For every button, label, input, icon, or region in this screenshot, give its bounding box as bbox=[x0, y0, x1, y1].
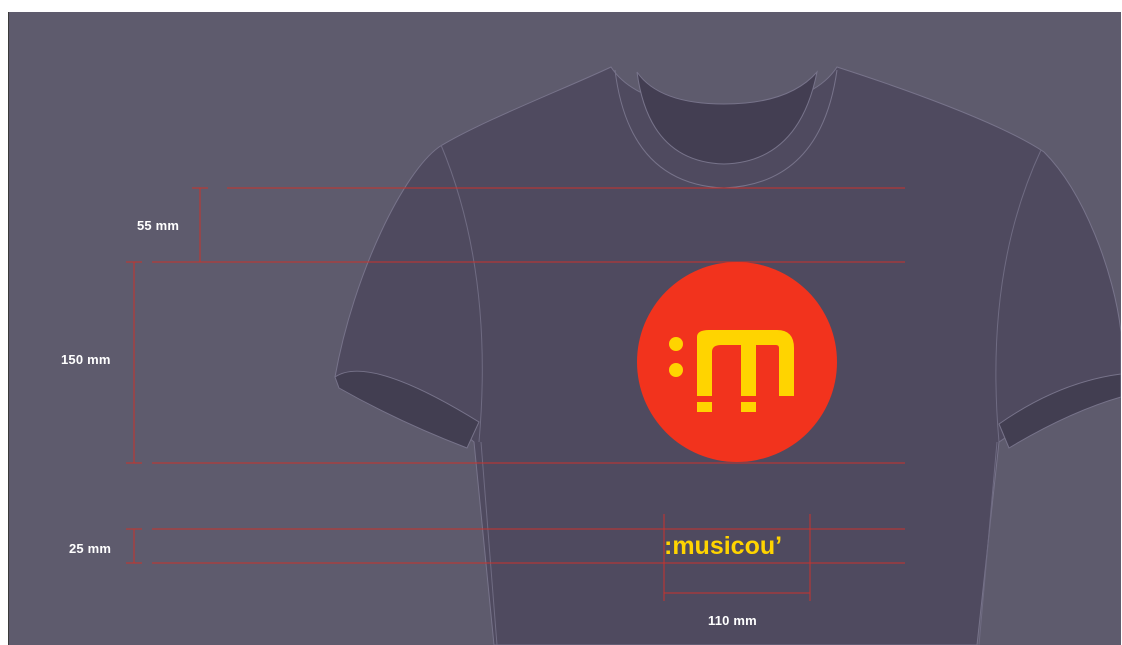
logo-colon-dot-bottom bbox=[669, 363, 683, 377]
logo-underline-left bbox=[697, 402, 712, 412]
dim-label-25mm: 25 mm bbox=[69, 541, 112, 556]
logo-m-shape bbox=[697, 330, 794, 396]
logo-wordmark: :musicou’ bbox=[664, 532, 783, 560]
logo-emblem bbox=[637, 262, 837, 462]
dim-label-150mm: 150 mm bbox=[61, 352, 111, 367]
logo-colon-dot-top bbox=[669, 337, 683, 351]
dim-label-110mm: 110 mm bbox=[708, 613, 757, 628]
mockup-canvas: :musicou’ 55 mm 150 mm 25 mm 110 mm bbox=[8, 12, 1121, 645]
dim-label-55mm: 55 mm bbox=[137, 218, 180, 233]
tshirt-mockup bbox=[126, 66, 1121, 645]
logo-circle bbox=[637, 262, 837, 462]
logo-underline-mid bbox=[741, 402, 756, 412]
